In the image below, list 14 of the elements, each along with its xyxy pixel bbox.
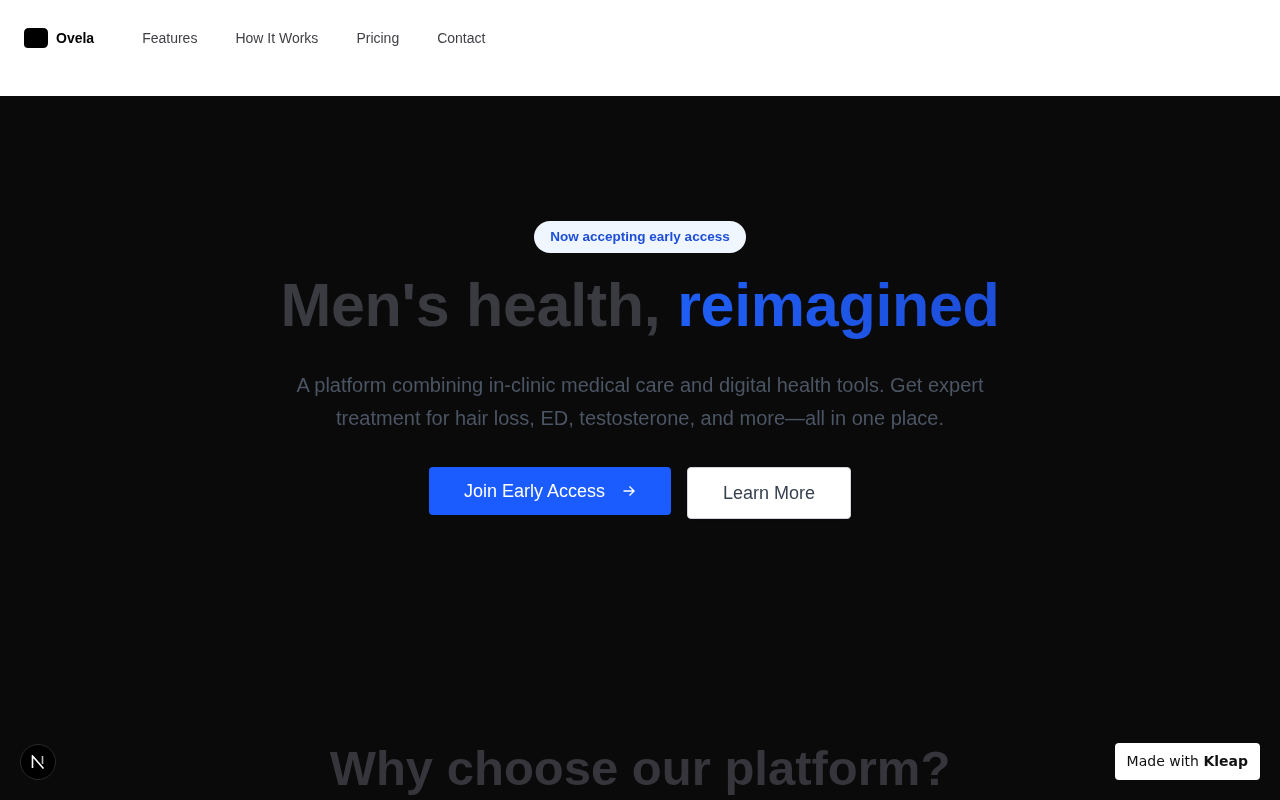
logo-icon — [24, 28, 48, 48]
brand-name: Ovela — [56, 28, 95, 48]
made-with-badge[interactable]: Made with Kleap — [1114, 743, 1260, 780]
join-button[interactable]: Join Early Access — [428, 467, 672, 515]
nav-link[interactable]: Pricing — [356, 28, 400, 48]
arrow-right-icon — [623, 485, 636, 497]
hero-subtitle: A platform combining in-clinic medical care and digital health tools. Get expert treatment for hair loss, ED, testosterone, and more—all in one place. — [295, 373, 985, 431]
nav-link[interactable]: Contact — [437, 28, 486, 48]
nav-link[interactable]: How It Works — [235, 28, 319, 48]
early-access-badge: Now accepting early access — [534, 221, 746, 253]
dev-tools-button[interactable] — [20, 744, 56, 780]
nav-link[interactable]: Features — [142, 28, 198, 48]
learn-more-button[interactable]: Learn More — [687, 467, 852, 519]
letter-n-logo-icon — [31, 755, 45, 769]
